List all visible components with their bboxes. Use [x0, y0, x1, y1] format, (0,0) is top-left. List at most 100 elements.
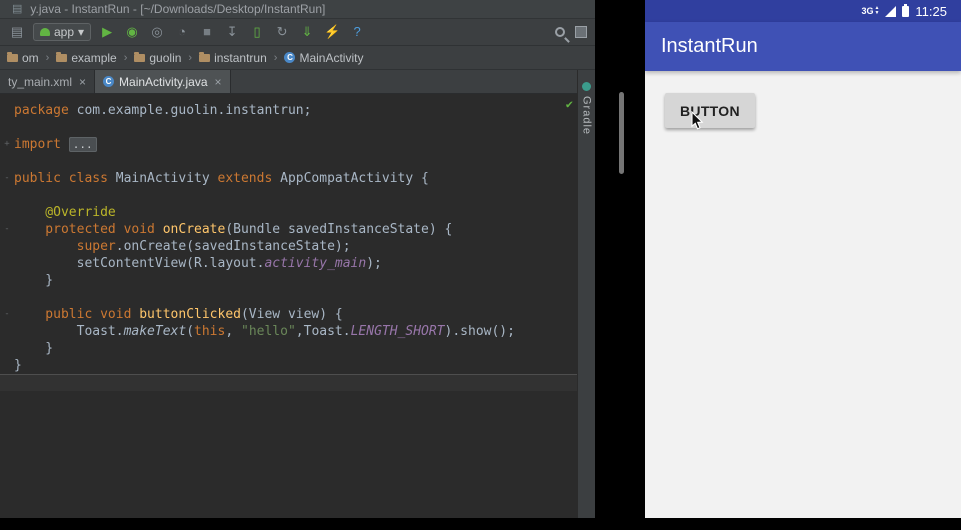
window-divider-handle[interactable] [619, 92, 624, 174]
window-title: y.java - InstantRun - [~/Downloads/Deskt… [30, 1, 326, 16]
fold-marker-icon[interactable]: - [0, 306, 14, 323]
code-line[interactable]: } [0, 272, 577, 289]
code-line[interactable] [0, 153, 577, 170]
code-line-text: @Override [14, 204, 116, 221]
android-toolwindow-icon[interactable]: ▤ [8, 25, 26, 39]
code-line[interactable] [0, 187, 577, 204]
main-toolbar: ▤ app ▾ ▶ ◉ ◎ ◔ ■ ↧ ▯ ↻ ⇓ ⚡? [0, 19, 595, 46]
fold-marker-icon[interactable]: - [0, 170, 14, 187]
stop-icon[interactable]: ■ [198, 25, 216, 39]
tab-bar: ty_main.xml × C MainActivity.java × [0, 70, 577, 94]
breadcrumb: om › example › guolin › instantrun › C MainActivi… [0, 46, 595, 70]
app-title: InstantRun [661, 35, 758, 57]
code-token: ... [68, 137, 97, 152]
inspection-check-icon[interactable]: ✔ [566, 96, 573, 113]
code-token: setContentView(R.layout. [14, 256, 265, 271]
fold-marker-icon[interactable]: + [0, 136, 14, 153]
code-token: makeText [123, 324, 187, 339]
code-line-text: } [14, 340, 53, 357]
fold-marker-icon [0, 340, 14, 357]
code-token: this [194, 324, 226, 339]
code-token: com.example.guolin.instantrun; [68, 103, 312, 118]
code-line[interactable]: + import ... [0, 136, 577, 153]
window-menu-icon[interactable]: ▤ [12, 0, 22, 19]
code-line[interactable]: Toast.makeText(this, "hello",Toast.LENGT… [0, 323, 577, 340]
window-titlebar: ▤ y.java - InstantRun - [~/Downloads/Des… [0, 0, 595, 19]
code-line[interactable]: package com.example.guolin.instantrun; [0, 102, 577, 119]
gradle-tool-button[interactable]: Gradle [577, 70, 595, 518]
code-token: ).show(); [444, 324, 515, 339]
code-line-text: import ... [14, 136, 97, 153]
breadcrumb-label: om [22, 50, 39, 65]
search-icon[interactable] [555, 27, 565, 37]
sdk-manager-icon[interactable]: ⇓ [298, 25, 316, 39]
debug-icon[interactable]: ◉ [123, 25, 141, 39]
screen: ▤ y.java - InstantRun - [~/Downloads/Des… [0, 0, 961, 530]
code-token: import [14, 137, 61, 152]
breadcrumb-item[interactable]: instantrun [196, 50, 270, 66]
emulator-status-bar: 3G ▲ ▼ 11:25 [645, 0, 961, 22]
code-line-text: public void buttonClicked(View view) { [14, 306, 342, 323]
code-editor[interactable]: package com.example.guolin.instantrun; +… [0, 94, 577, 518]
fold-marker-icon[interactable]: - [0, 221, 14, 238]
code-token: AppCompatActivity { [272, 171, 429, 186]
code-area: package com.example.guolin.instantrun; +… [0, 102, 577, 391]
code-line-text: } [14, 357, 22, 374]
code-token: ( [186, 324, 195, 339]
panel-icon[interactable] [575, 26, 587, 38]
profiler-icon[interactable]: ◔ [173, 25, 191, 39]
tab-close-icon[interactable]: × [215, 75, 222, 89]
breadcrumb-item[interactable]: C MainActivity [281, 50, 366, 66]
code-line[interactable]: - protected void onCreate(Bundle savedIn… [0, 221, 577, 238]
code-token: protected void [14, 222, 155, 237]
breadcrumb-item[interactable]: example [53, 50, 119, 66]
network-arrows-icon: ▲ ▼ [874, 6, 879, 16]
module-selector[interactable]: app ▾ [33, 23, 92, 41]
avd-manager-icon[interactable]: ▯ [248, 25, 266, 39]
code-line[interactable] [0, 374, 577, 391]
arrow-down-icon: ▼ [874, 10, 880, 16]
attach-debugger-icon[interactable]: ↧ [223, 25, 241, 39]
code-token: activity_main [264, 256, 367, 271]
emulator-button[interactable]: BUTTON [665, 93, 755, 128]
instant-run-icon[interactable]: ⚡ [323, 25, 341, 39]
code-line[interactable]: super.onCreate(savedInstanceState); [0, 238, 577, 255]
help-icon[interactable]: ? [348, 25, 366, 39]
run-coverage-icon[interactable]: ◎ [148, 25, 166, 39]
code-token: public class [14, 171, 108, 186]
code-line[interactable]: setContentView(R.layout.activity_main); [0, 255, 577, 272]
editor-tab[interactable]: ty_main.xml × [0, 70, 96, 93]
tab-close-icon[interactable]: × [79, 75, 86, 89]
code-token: LENGTH_SHORT [350, 324, 445, 339]
code-line[interactable]: } [0, 357, 577, 374]
fold-marker-icon [0, 289, 14, 306]
run-icon[interactable]: ▶ [98, 25, 116, 39]
network-indicator: 3G ▲ ▼ [861, 6, 879, 17]
class-icon: C [284, 52, 296, 63]
code-line[interactable] [0, 289, 577, 306]
toolbar-pre-icons: ▤ [8, 25, 26, 39]
breadcrumb-item[interactable]: om [4, 50, 42, 66]
code-token: @Override [14, 205, 116, 220]
breadcrumb-item[interactable]: guolin [131, 50, 184, 66]
code-token: Toast. [14, 324, 124, 339]
code-line[interactable]: - public void buttonClicked(View view) { [0, 306, 577, 323]
code-line[interactable]: } [0, 340, 577, 357]
code-line[interactable] [0, 119, 577, 136]
fold-marker-icon [0, 187, 14, 204]
code-line[interactable]: - public class MainActivity extends AppCo… [0, 170, 577, 187]
code-line-text: super.onCreate(savedInstanceState); [14, 238, 351, 255]
code-token: ); [366, 256, 382, 271]
status-time: 11:25 [915, 3, 947, 19]
fold-marker-icon [0, 272, 14, 289]
code-line[interactable]: @Override [0, 204, 577, 221]
mouse-cursor-icon [691, 111, 704, 130]
chevron-down-icon: ▾ [78, 25, 85, 39]
breadcrumb-separator: › [273, 51, 278, 64]
editor-tab[interactable]: C MainActivity.java × [95, 70, 231, 93]
sync-project-icon[interactable]: ↻ [273, 25, 291, 39]
